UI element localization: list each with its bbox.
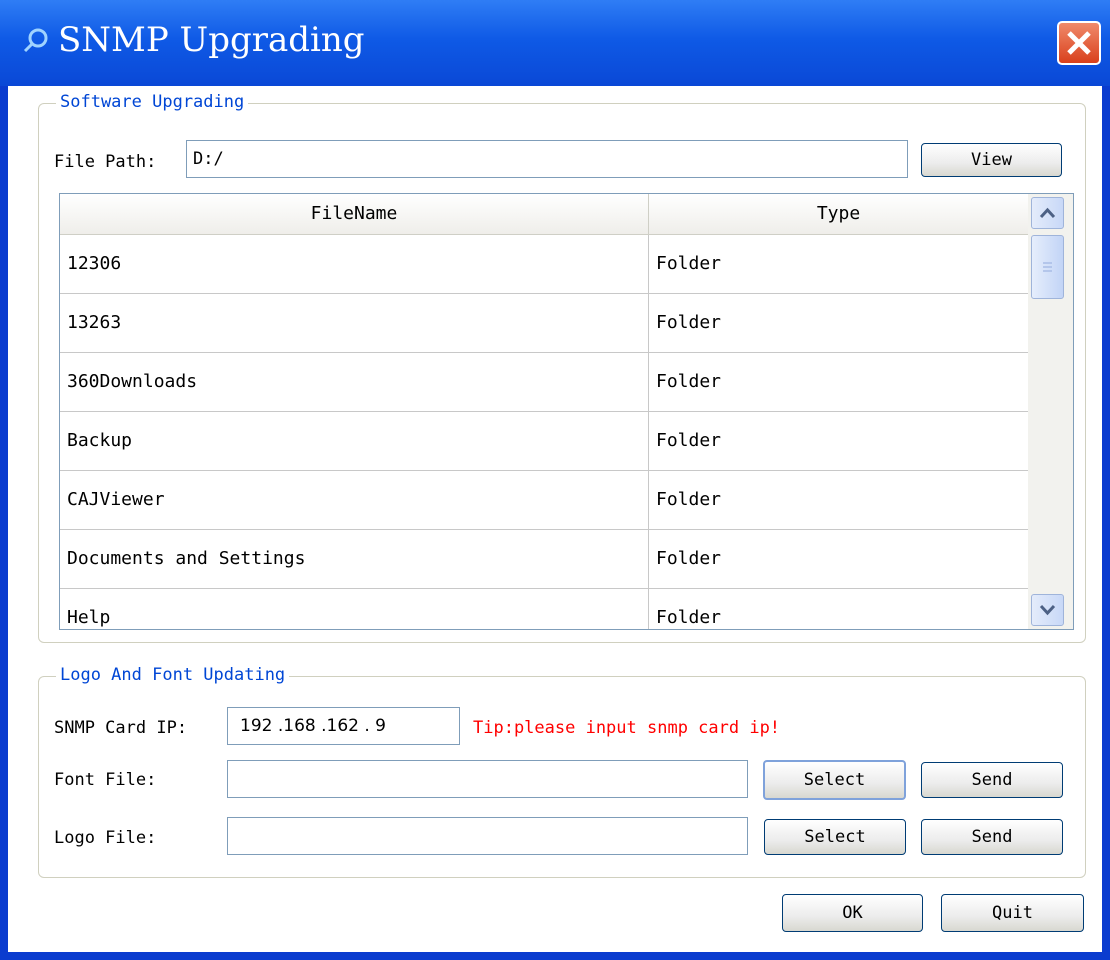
table-row[interactable]: 12306 Folder	[60, 235, 1028, 294]
quit-button[interactable]: Quit	[941, 894, 1084, 932]
snmp-card-ip-input[interactable]: 192 .168 .162 . 9	[227, 707, 460, 745]
snmp-upgrading-window: SNMP Upgrading Software Upgrading File P…	[0, 0, 1110, 960]
table-row[interactable]: Help Folder	[60, 589, 1028, 629]
grip-icon	[1043, 262, 1052, 272]
row-filename: Backup	[60, 412, 649, 470]
software-upgrading-title: Software Upgrading	[56, 92, 249, 112]
table-body: 12306 Folder 13263 Folder 360Downloads F…	[60, 235, 1028, 629]
dialog-client-area: Software Upgrading File Path: D:/ View F…	[8, 86, 1102, 952]
row-type: Folder	[656, 489, 722, 510]
scroll-down-button[interactable]	[1031, 594, 1064, 626]
font-file-label: Font File:	[54, 770, 157, 790]
font-file-input[interactable]	[227, 760, 748, 798]
table-row[interactable]: Documents and Settings Folder	[60, 530, 1028, 589]
row-type: Folder	[656, 430, 722, 451]
close-button[interactable]	[1057, 21, 1101, 65]
title-bar[interactable]: SNMP Upgrading	[0, 0, 1110, 86]
table-row[interactable]: CAJViewer Folder	[60, 471, 1028, 530]
search-icon	[23, 28, 48, 53]
row-type: Folder	[656, 607, 722, 628]
row-type: Folder	[656, 548, 722, 569]
font-select-button[interactable]: Select	[763, 760, 906, 800]
row-type: Folder	[656, 312, 722, 333]
logo-select-button[interactable]: Select	[764, 819, 906, 855]
logo-font-title: Logo And Font Updating	[56, 665, 290, 685]
scroll-up-button[interactable]	[1031, 197, 1064, 229]
column-header-type[interactable]: Type	[649, 194, 1028, 234]
vertical-scrollbar[interactable]	[1028, 194, 1073, 629]
ok-button[interactable]: OK	[782, 894, 923, 932]
font-send-button[interactable]: Send	[921, 762, 1063, 798]
file-path-input[interactable]: D:/	[186, 140, 908, 178]
logo-file-label: Logo File:	[54, 828, 157, 848]
row-filename: Documents and Settings	[60, 530, 649, 588]
table-row[interactable]: Backup Folder	[60, 412, 1028, 471]
row-filename: 360Downloads	[60, 353, 649, 411]
scroll-thumb[interactable]	[1031, 235, 1064, 299]
row-filename: 13263	[60, 294, 649, 352]
table-header: FileName Type	[60, 194, 1028, 235]
close-icon	[1067, 31, 1091, 55]
table-row[interactable]: 360Downloads Folder	[60, 353, 1028, 412]
ip-tip-text: Tip:please input snmp card ip!	[473, 718, 781, 738]
scroll-down-icon	[1039, 604, 1056, 616]
snmp-card-ip-label: SNMP Card IP:	[54, 718, 188, 738]
file-table: FileName Type 12306 Folder 13263 Folder …	[59, 193, 1074, 630]
window-title: SNMP Upgrading	[58, 20, 365, 60]
row-filename: 12306	[60, 235, 649, 293]
view-button[interactable]: View	[921, 143, 1062, 177]
row-filename: CAJViewer	[60, 471, 649, 529]
row-filename: Help	[60, 589, 649, 629]
row-type: Folder	[656, 253, 722, 274]
logo-file-input[interactable]	[227, 817, 748, 855]
logo-send-button[interactable]: Send	[921, 819, 1063, 855]
row-type: Folder	[656, 371, 722, 392]
file-path-label: File Path:	[54, 152, 157, 172]
scroll-up-icon	[1039, 207, 1056, 219]
table-row[interactable]: 13263 Folder	[60, 294, 1028, 353]
column-header-filename[interactable]: FileName	[60, 194, 649, 234]
